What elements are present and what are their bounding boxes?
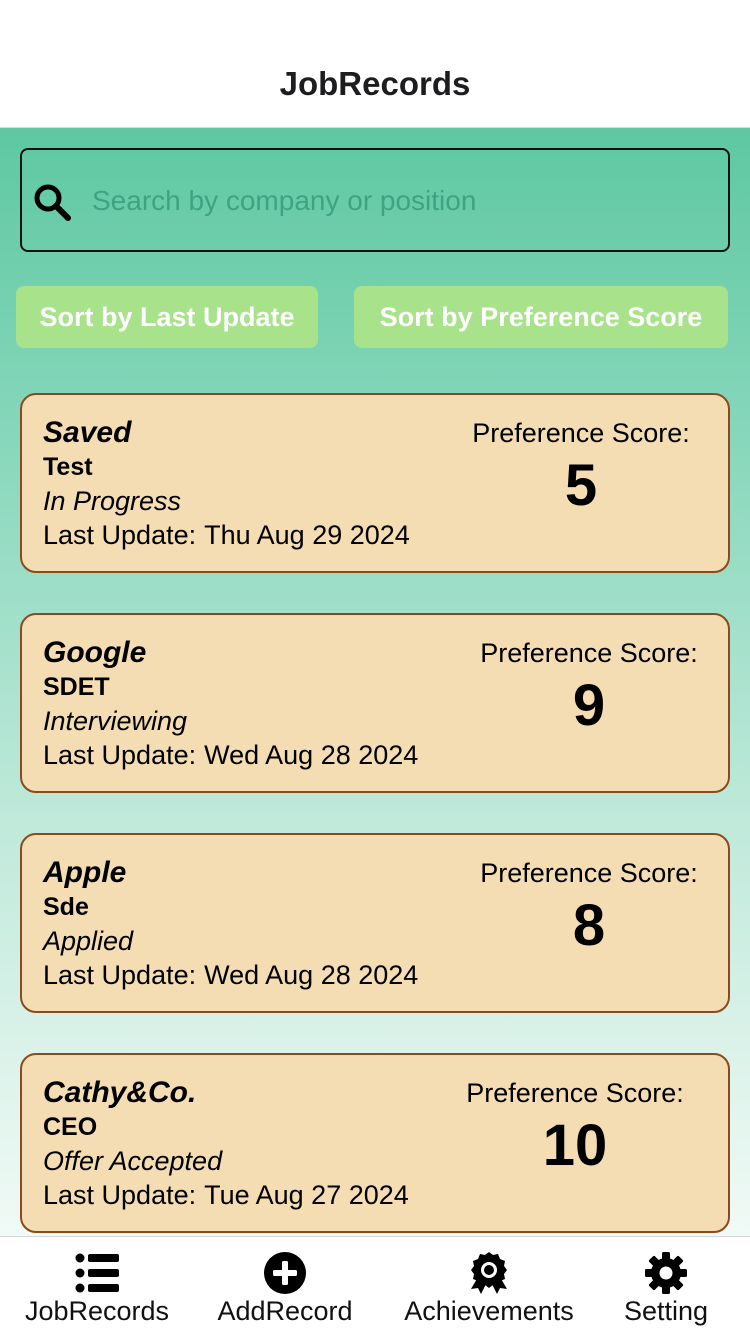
last-update-label: Last Update:	[43, 960, 197, 990]
sort-by-last-update-button[interactable]: Sort by Last Update	[16, 286, 318, 348]
preference-score: Preference Score: 8	[464, 855, 714, 961]
position-title: Test	[43, 453, 93, 481]
job-record-card[interactable]: Cathy&Co. CEO Offer Accepted Last Update…	[20, 1053, 730, 1233]
preference-score: Preference Score: 10	[450, 1075, 700, 1181]
tab-addrecord[interactable]: AddRecord	[192, 1237, 378, 1334]
bottom-tab-bar: JobRecords AddRecord Achievements Settin…	[0, 1236, 750, 1334]
tab-setting[interactable]: Setting	[594, 1237, 738, 1334]
preference-score-label: Preference Score:	[480, 858, 698, 888]
last-update-date: Wed Aug 28 2024	[204, 960, 419, 990]
plus-circle-icon	[264, 1252, 306, 1294]
last-update-label: Last Update:	[43, 520, 197, 550]
header-bar: JobRecords	[0, 0, 750, 128]
application-status: Offer Accepted	[43, 1146, 223, 1176]
list-icon	[75, 1253, 119, 1293]
gear-icon	[645, 1252, 687, 1294]
search-icon	[34, 184, 71, 221]
sort-by-preference-score-button[interactable]: Sort by Preference Score	[354, 286, 728, 348]
tab-label: Achievements	[404, 1296, 574, 1326]
last-update: Last Update: Tue Aug 27 2024	[43, 1178, 409, 1212]
application-status: In Progress	[43, 486, 182, 516]
position-title: SDET	[43, 673, 110, 701]
preference-score: Preference Score: 9	[464, 635, 714, 741]
last-update: Last Update: Thu Aug 29 2024	[43, 518, 410, 552]
preference-score-label: Preference Score:	[472, 418, 690, 448]
last-update-date: Thu Aug 29 2024	[204, 520, 410, 550]
preference-score-value: 9	[572, 673, 606, 738]
last-update-date: Wed Aug 28 2024	[204, 740, 419, 770]
search-box[interactable]	[20, 148, 730, 252]
position-title: CEO	[43, 1113, 98, 1141]
job-record-card[interactable]: Apple Sde Applied Last Update: Wed Aug 28…	[20, 833, 730, 1013]
preference-score-value: 8	[572, 893, 606, 958]
last-update-label: Last Update:	[43, 1180, 197, 1210]
preference-score-value: 10	[542, 1113, 608, 1178]
last-update: Last Update: Wed Aug 28 2024	[43, 738, 418, 772]
application-status: Interviewing	[43, 706, 188, 736]
tab-label: AddRecord	[217, 1296, 353, 1326]
tab-label: JobRecords	[24, 1296, 170, 1326]
preference-score: Preference Score: 5	[456, 415, 706, 521]
app-screen: JobRecords Sort by Last Update Sort by P…	[0, 0, 750, 1334]
tab-achievements[interactable]: Achievements	[384, 1237, 594, 1334]
company-name: Google	[43, 636, 147, 669]
main-content: Sort by Last Update Sort by Preference S…	[0, 128, 750, 1236]
job-record-card[interactable]: Saved Test In Progress Last Update: Thu A…	[20, 393, 730, 573]
position-title: Sde	[43, 893, 89, 921]
preference-score-label: Preference Score:	[480, 638, 698, 668]
tab-jobrecords[interactable]: JobRecords	[4, 1237, 190, 1334]
company-name: Saved	[43, 416, 132, 449]
award-ribbon-icon	[471, 1252, 507, 1294]
company-name: Apple	[43, 856, 127, 889]
tab-label: Setting	[623, 1296, 709, 1326]
company-name: Cathy&Co.	[43, 1076, 197, 1109]
page-title: JobRecords	[279, 65, 471, 102]
last-update: Last Update: Wed Aug 28 2024	[43, 958, 418, 992]
application-status: Applied	[43, 926, 134, 956]
search-input[interactable]	[92, 176, 712, 226]
preference-score-label: Preference Score:	[466, 1078, 684, 1108]
last-update-label: Last Update:	[43, 740, 197, 770]
job-record-card[interactable]: Google SDET Interviewing Last Update: Wed…	[20, 613, 730, 793]
preference-score-value: 5	[564, 453, 598, 518]
last-update-date: Tue Aug 27 2024	[204, 1180, 409, 1210]
